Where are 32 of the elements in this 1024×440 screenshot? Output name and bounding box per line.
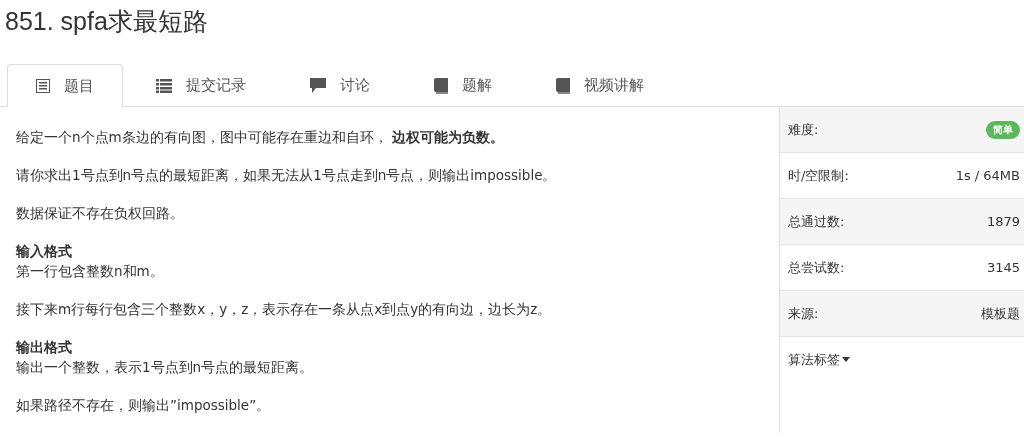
info-label: 难度: [788, 120, 819, 139]
difficulty-badge: 简单 [986, 120, 1020, 139]
book-icon [556, 77, 570, 94]
problem-title: 851. spfa求最短路 [4, 6, 209, 37]
document-icon [36, 79, 50, 93]
paragraph: 输出一个整数，表示1号点到n号点的最短距离。 [16, 358, 315, 377]
section-heading: 输出格式 [16, 338, 73, 357]
tab[interactable]: 题解 [403, 64, 523, 106]
paragraph: 数据保证不存在负权回路。 [16, 204, 185, 223]
caret-icon [842, 357, 850, 362]
info-value: 3145 [986, 260, 1020, 275]
paragraph: 第一行包含整数n和m。 [16, 262, 165, 281]
tags-dropdown[interactable]: 算法标签 [788, 350, 850, 369]
paragraph: 如果路径不存在，则输出”impossible”。 [16, 396, 272, 415]
tab[interactable]: 视频讲解 [525, 64, 675, 106]
info-label: 总通过数: [788, 212, 845, 231]
book-icon [434, 77, 448, 94]
info-value: 1879 [986, 214, 1020, 229]
info-value: 1s / 64MB [955, 168, 1020, 183]
info-value: 模板题 [981, 304, 1020, 323]
list-icon [156, 78, 172, 93]
section-heading: 输入格式 [16, 242, 73, 261]
paragraph: 接下来m行每行包含三个整数x，y，z，表示存在一条从点x到点y的有向边，边长为z。 [16, 300, 553, 319]
comment-icon [310, 78, 326, 93]
info-label: 时/空限制: [788, 166, 849, 185]
info-label: 来源: [788, 304, 819, 323]
paragraph: 请你求出1号点到n号点的最短距离，如果无法从1号点走到n号点，则输出impossible。 [16, 166, 558, 185]
tab[interactable]: 题目 [7, 64, 123, 107]
tab[interactable]: 讨论 [279, 64, 401, 106]
paragraph: 给定一个n个点m条边的有向图，图中可能存在重边和自环， 边权可能为负数。 [16, 128, 505, 147]
info-label: 总尝试数: [788, 258, 845, 277]
tab[interactable]: 提交记录 [125, 64, 277, 106]
